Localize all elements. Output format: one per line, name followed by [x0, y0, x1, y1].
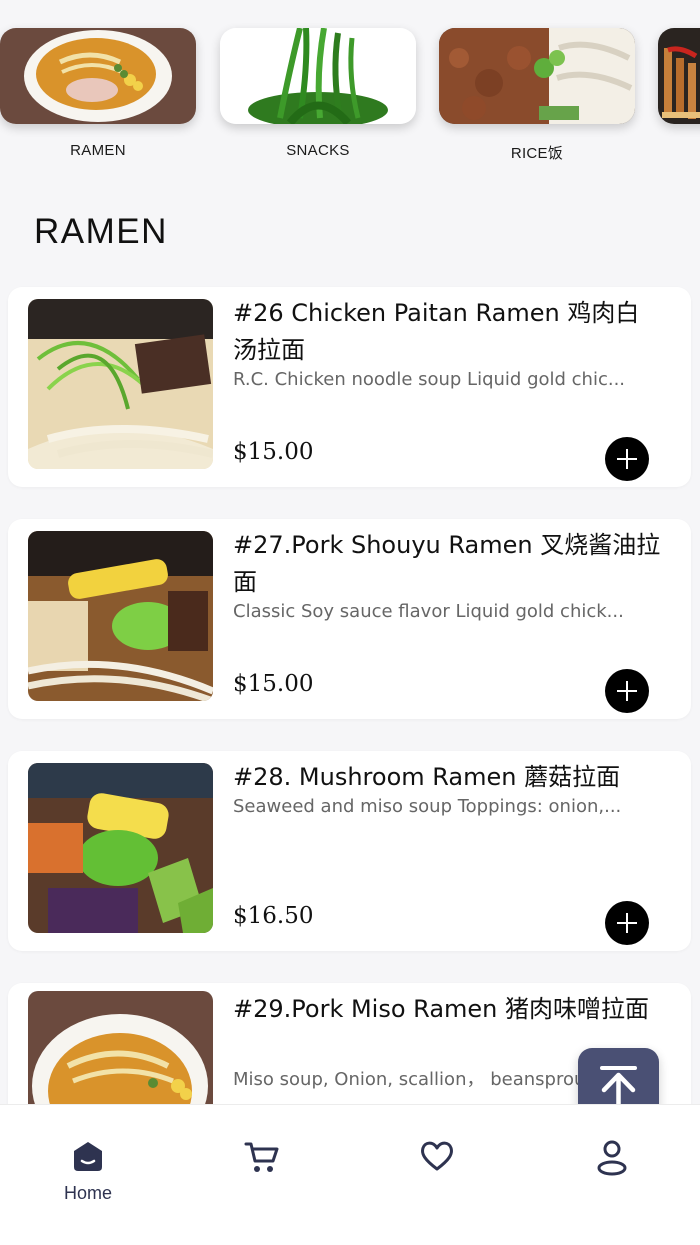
- profile-icon: [597, 1140, 627, 1176]
- chicken-paitan-ramen-photo: [28, 299, 213, 469]
- rice-category-image: [439, 28, 635, 124]
- category-label: SNACKS: [286, 142, 350, 159]
- menu-item-description: Classic Soy sauce flavor Liquid gold chi…: [233, 601, 624, 622]
- menu-item-price: $15.00: [233, 439, 314, 465]
- category-skewers[interactable]: [658, 28, 700, 142]
- nav-favorites[interactable]: [377, 1139, 497, 1177]
- skewers-category-image: [658, 28, 700, 124]
- menu-item-card[interactable]: #27.Pork Shouyu Ramen 叉烧酱油拉面 Classic Soy…: [8, 519, 691, 719]
- menu-item-card[interactable]: #26 Chicken Paitan Ramen 鸡肉白汤拉面 R.C. Chi…: [8, 287, 691, 487]
- bottom-navigation: Home: [0, 1104, 700, 1245]
- section-title: RAMEN: [34, 212, 168, 251]
- category-rice[interactable]: RICE饭: [439, 28, 635, 163]
- menu-item-name: #29.Pork Miso Ramen 猪肉味噌拉面: [233, 995, 650, 1023]
- category-label: RAMEN: [70, 142, 126, 159]
- add-to-cart-button[interactable]: [605, 901, 649, 945]
- cart-icon: [244, 1142, 279, 1172]
- menu-item-description: R.C. Chicken noodle soup Liquid gold chi…: [233, 369, 626, 390]
- menu-item-price: $16.50: [233, 903, 314, 929]
- mushroom-ramen-photo: [28, 763, 213, 933]
- menu-item-card[interactable]: #28. Mushroom Ramen 蘑菇拉面 Seaweed and mis…: [8, 751, 691, 951]
- menu-item-name: #26 Chicken Paitan Ramen 鸡肉白汤拉面: [233, 299, 640, 364]
- menu-item-name: #27.Pork Shouyu Ramen 叉烧酱油拉面: [233, 531, 661, 596]
- nav-profile[interactable]: [552, 1139, 672, 1181]
- add-to-cart-button[interactable]: [605, 437, 649, 481]
- menu-item-name: #28. Mushroom Ramen 蘑菇拉面: [233, 763, 621, 791]
- heart-icon: [421, 1141, 453, 1171]
- snacks-category-image: [220, 28, 416, 124]
- nav-home-label: Home: [63, 1183, 112, 1203]
- home-icon: [74, 1142, 102, 1171]
- ramen-category-image: [0, 28, 196, 124]
- category-label: RICE饭: [510, 145, 564, 162]
- menu-item-price: $15.00: [233, 671, 314, 697]
- pork-shouyu-ramen-photo: [28, 531, 213, 701]
- menu-item-description: Seaweed and miso soup Toppings: onion,..…: [233, 796, 622, 817]
- category-strip: RAMEN SNACKS RICE饭: [0, 0, 700, 180]
- category-ramen[interactable]: RAMEN: [0, 28, 196, 159]
- add-to-cart-button[interactable]: [605, 669, 649, 713]
- category-snacks[interactable]: SNACKS: [220, 28, 416, 159]
- nav-home[interactable]: Home: [28, 1139, 148, 1204]
- nav-cart[interactable]: [202, 1139, 322, 1179]
